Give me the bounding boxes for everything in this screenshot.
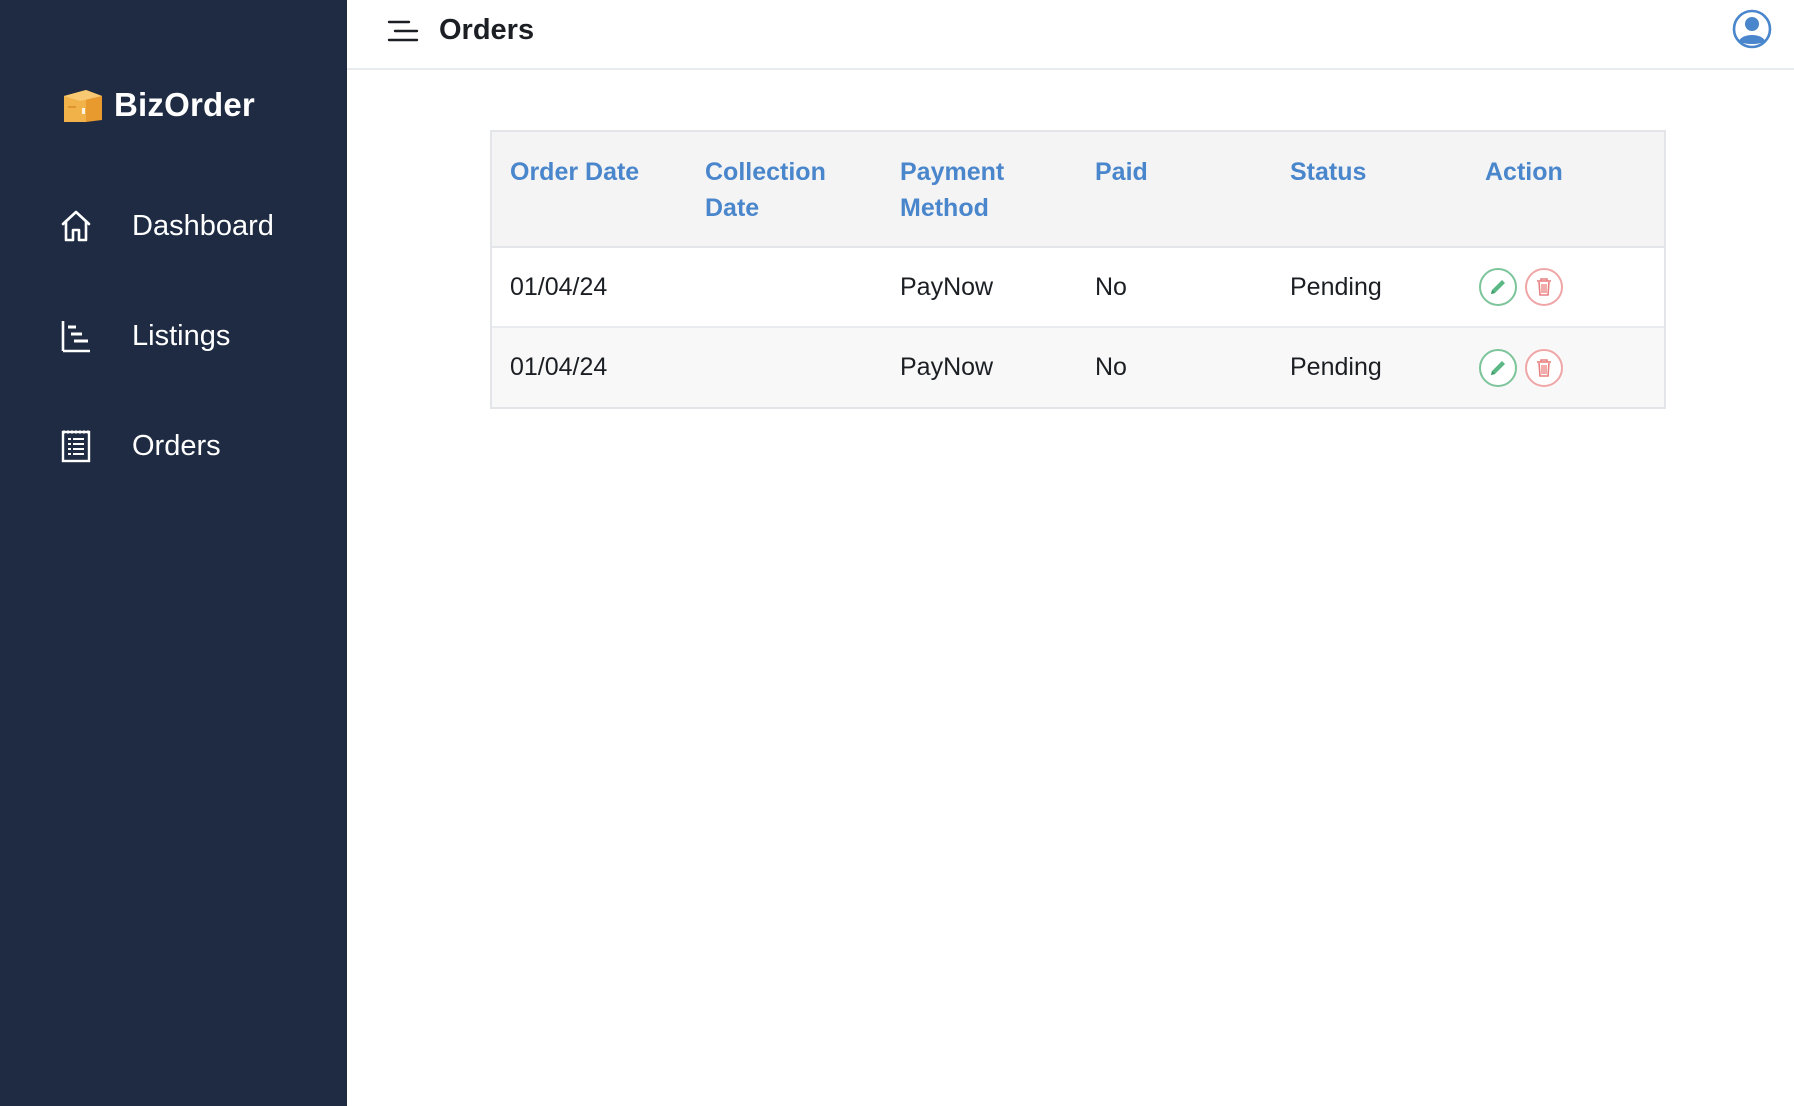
paid-cell: No	[1077, 247, 1272, 328]
user-avatar-icon[interactable]	[1732, 9, 1772, 49]
action-cell	[1467, 327, 1664, 407]
brand[interactable]: BizOrder	[60, 84, 255, 126]
column-header-collection-date[interactable]: Collection Date	[687, 132, 882, 248]
sidebar-item-dashboard[interactable]: Dashboard	[60, 206, 274, 246]
sidebar-item-label: Orders	[132, 429, 221, 462]
column-header-payment-method[interactable]: Payment Method	[882, 132, 1077, 248]
edit-button[interactable]	[1479, 348, 1517, 387]
order-date-cell: 01/04/24	[510, 353, 608, 381]
order-date-cell: 01/04/24	[492, 247, 687, 328]
pencil-icon	[1491, 360, 1505, 375]
delete-button[interactable]	[1525, 348, 1563, 387]
status-cell: Pending	[1272, 247, 1467, 328]
column-header-status[interactable]: Status	[1272, 132, 1467, 248]
status-cell: Pending	[1290, 353, 1382, 381]
column-header-paid[interactable]: Paid	[1077, 132, 1272, 248]
box-logo-icon	[60, 84, 104, 126]
menu-icon[interactable]	[387, 18, 419, 44]
payment-method-cell: PayNow	[900, 353, 994, 381]
sidebar: BizOrder Dashboard Listings Orders	[0, 0, 347, 1106]
column-header-action: Action	[1467, 132, 1664, 248]
payment-method-cell: PayNow	[882, 247, 1077, 328]
sidebar-item-label: Dashboard	[132, 209, 274, 242]
collection-date-cell	[687, 327, 882, 407]
paid-cell: No	[1095, 353, 1127, 381]
sidebar-item-orders[interactable]: Orders	[60, 426, 221, 466]
page-title: Orders	[439, 14, 535, 46]
edit-button[interactable]	[1479, 268, 1517, 306]
trash-icon	[1537, 278, 1551, 296]
table-row[interactable]: 01/04/24 PayNow No Pending	[492, 247, 1664, 328]
collection-date-cell	[687, 247, 882, 328]
action-cell	[1467, 247, 1664, 328]
table-row[interactable]: 01/04/24 PayNow No Pending	[492, 327, 1664, 407]
home-icon	[60, 208, 92, 244]
orders-table-container: Order Date Collection Date Payment Metho…	[490, 130, 1666, 409]
sidebar-item-listings[interactable]: Listings	[60, 316, 230, 356]
orders-table: Order Date Collection Date Payment Metho…	[492, 132, 1664, 407]
trash-icon	[1537, 358, 1551, 377]
table-header-row: Order Date Collection Date Payment Metho…	[492, 132, 1664, 248]
delete-button[interactable]	[1525, 268, 1563, 306]
top-bar: Orders	[347, 0, 1794, 70]
pencil-icon	[1491, 280, 1505, 294]
brand-name: BizOrder	[114, 86, 255, 123]
listings-icon	[60, 318, 92, 354]
column-header-order-date[interactable]: Order Date	[492, 132, 687, 248]
orders-icon	[60, 428, 92, 464]
sidebar-item-label: Listings	[132, 319, 231, 352]
